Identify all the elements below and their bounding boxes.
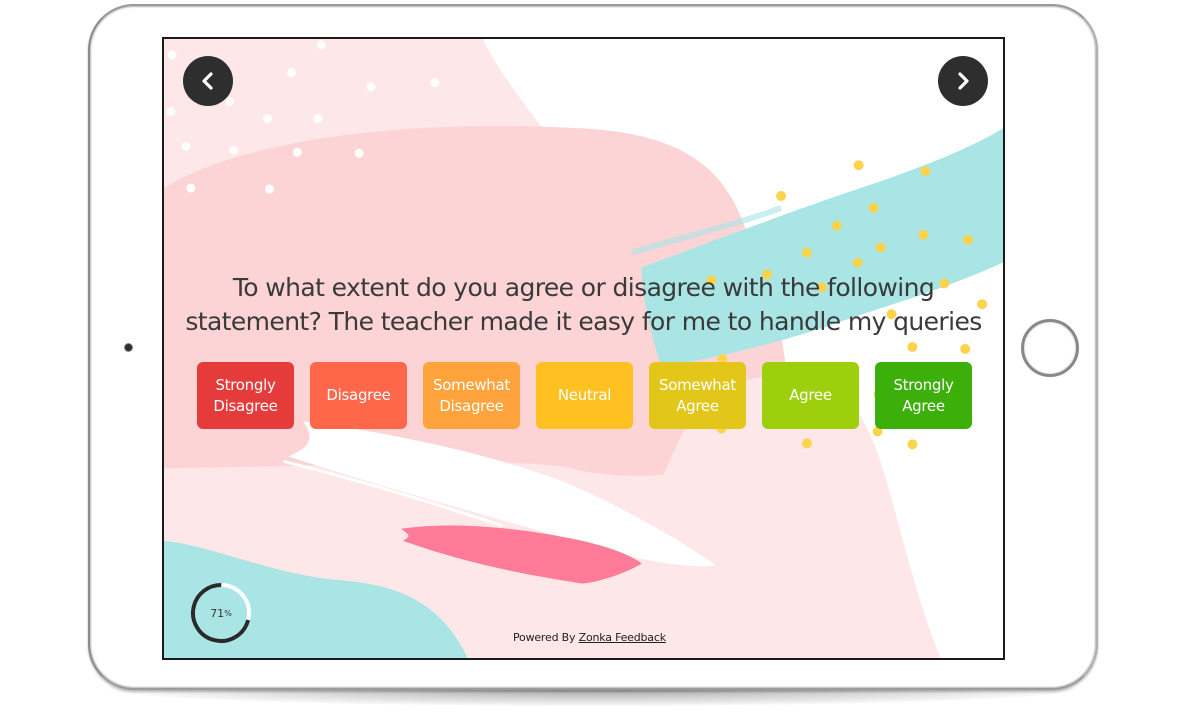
yellow-dot bbox=[963, 234, 974, 245]
previous-button[interactable] bbox=[183, 56, 233, 106]
progress-indicator: 71% bbox=[189, 581, 253, 645]
progress-label: 71% bbox=[210, 606, 232, 620]
yellow-dot bbox=[907, 342, 918, 352]
white-dot bbox=[263, 114, 272, 123]
white-dot bbox=[181, 141, 191, 151]
powered-by: Powered By Zonka Feedback bbox=[513, 631, 666, 644]
yellow-dot bbox=[920, 166, 931, 177]
option-somewhat-agree[interactable]: Somewhat Agree bbox=[649, 362, 746, 429]
yellow-dot bbox=[852, 257, 863, 268]
white-dot bbox=[166, 107, 176, 117]
white-dot bbox=[286, 68, 296, 78]
white-dot bbox=[354, 148, 364, 158]
yellow-dot bbox=[960, 344, 971, 354]
yellow-dot bbox=[868, 202, 879, 213]
camera-icon bbox=[124, 343, 133, 352]
white-dot bbox=[430, 78, 440, 88]
option-somewhat-disagree[interactable]: Somewhat Disagree bbox=[423, 362, 520, 429]
next-button[interactable] bbox=[938, 56, 988, 106]
survey-screen: To what extent do you agree or disagree … bbox=[162, 37, 1005, 660]
white-dot bbox=[229, 145, 239, 155]
chevron-right-icon bbox=[958, 72, 969, 90]
white-dot bbox=[225, 97, 235, 107]
white-dot bbox=[366, 82, 376, 92]
question-text: To what extent do you agree or disagree … bbox=[164, 271, 1003, 339]
yellow-dot bbox=[907, 439, 918, 450]
option-strongly-disagree[interactable]: Strongly Disagree bbox=[197, 362, 294, 429]
yellow-dot bbox=[918, 229, 929, 240]
yellow-dot bbox=[801, 247, 812, 258]
option-agree[interactable]: Agree bbox=[762, 362, 859, 429]
yellow-dot bbox=[831, 220, 842, 231]
white-dot bbox=[167, 50, 177, 60]
white-dot bbox=[186, 183, 196, 193]
chevron-left-icon bbox=[202, 72, 213, 90]
white-dot bbox=[316, 40, 326, 50]
yellow-dot bbox=[875, 242, 886, 253]
likert-options: Strongly Disagree Disagree Somewhat Disagr… bbox=[197, 362, 972, 429]
yellow-dot bbox=[853, 160, 864, 171]
white-dot bbox=[265, 184, 274, 194]
background-decoration bbox=[164, 39, 1003, 658]
option-disagree[interactable]: Disagree bbox=[310, 362, 407, 429]
question-line-1: To what extent do you agree or disagree … bbox=[232, 273, 935, 302]
question-line-2: statement? The teacher made it easy for … bbox=[185, 307, 982, 336]
white-dot bbox=[292, 147, 302, 157]
option-strongly-agree[interactable]: Strongly Agree bbox=[875, 362, 972, 429]
home-button[interactable] bbox=[1021, 319, 1079, 377]
yellow-dot bbox=[776, 191, 787, 201]
option-neutral[interactable]: Neutral bbox=[536, 362, 633, 429]
yellow-dot bbox=[801, 438, 812, 449]
white-dot bbox=[313, 114, 323, 123]
zonka-feedback-link[interactable]: Zonka Feedback bbox=[579, 631, 666, 644]
